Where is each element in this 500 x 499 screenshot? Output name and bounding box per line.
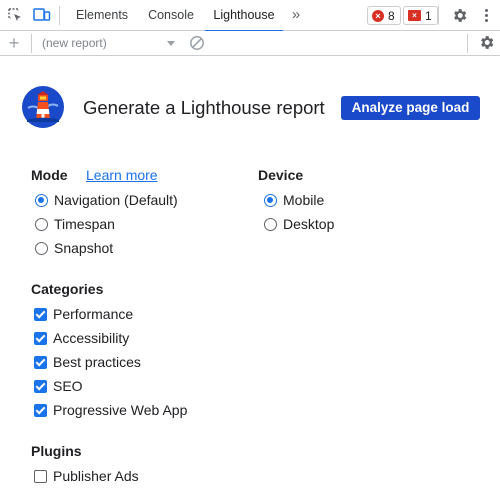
plugin-label: Publisher Ads xyxy=(53,468,139,484)
category-seo[interactable]: SEO xyxy=(34,376,83,396)
toolbar-separator xyxy=(31,34,32,53)
lighthouse-logo xyxy=(22,86,64,128)
issues-badge[interactable]: × 1 xyxy=(403,6,438,25)
mode-option-snapshot[interactable]: Snapshot xyxy=(35,238,113,258)
learn-more-link[interactable]: Learn more xyxy=(86,166,158,184)
clear-icon[interactable] xyxy=(189,35,205,51)
checkbox[interactable] xyxy=(34,469,47,483)
tab-console[interactable]: Console xyxy=(140,0,202,31)
mode-option-timespan[interactable]: Timespan xyxy=(35,214,115,234)
report-select-value: (new report) xyxy=(42,36,107,50)
category-accessibility[interactable]: Accessibility xyxy=(34,328,129,348)
checkbox-checked[interactable] xyxy=(34,379,47,393)
device-toolbar-icon[interactable] xyxy=(32,5,52,25)
toolbar-separator xyxy=(467,34,468,53)
mode-heading: Mode xyxy=(31,167,68,183)
gear-icon[interactable] xyxy=(478,34,496,52)
errors-badge[interactable]: × 8 xyxy=(367,6,401,25)
categories-heading: Categories xyxy=(31,281,104,297)
mode-option-navigation[interactable]: Navigation (Default) xyxy=(35,190,178,210)
radio-button-selected[interactable] xyxy=(264,193,277,207)
report-select[interactable]: (new report) xyxy=(42,34,179,53)
plugin-publisher-ads[interactable]: Publisher Ads xyxy=(34,466,139,486)
checkbox-checked[interactable] xyxy=(34,331,47,345)
plugins-heading: Plugins xyxy=(31,443,82,459)
device-option-label: Desktop xyxy=(283,216,335,232)
page-title: Generate a Lighthouse report xyxy=(83,97,325,118)
checkbox-checked[interactable] xyxy=(34,307,47,321)
chevron-down-icon xyxy=(167,41,175,46)
category-pwa[interactable]: Progressive Web App xyxy=(34,400,187,420)
device-heading: Device xyxy=(258,167,304,183)
mode-option-label: Snapshot xyxy=(54,240,114,256)
mode-option-label: Timespan xyxy=(54,216,115,232)
radio-button[interactable] xyxy=(35,241,48,255)
devtools-tab-bar: Elements Console Lighthouse » × 8 × 1 xyxy=(0,0,500,32)
lighthouse-toolbar: + (new report) xyxy=(0,31,500,56)
errors-count: 8 xyxy=(388,8,395,23)
category-label: Performance xyxy=(53,306,134,322)
gear-icon[interactable] xyxy=(449,5,469,25)
radio-button[interactable] xyxy=(264,217,277,231)
inspect-element-icon[interactable] xyxy=(5,5,25,25)
category-performance[interactable]: Performance xyxy=(34,304,133,324)
kebab-menu-icon[interactable] xyxy=(479,5,493,25)
device-option-desktop[interactable]: Desktop xyxy=(264,214,334,234)
more-tabs-button[interactable]: » xyxy=(287,4,305,26)
category-label: SEO xyxy=(53,378,83,394)
mode-option-label: Navigation (Default) xyxy=(54,192,178,208)
device-option-mobile[interactable]: Mobile xyxy=(264,190,324,210)
checkbox-checked[interactable] xyxy=(34,355,47,369)
category-label: Accessibility xyxy=(53,330,130,346)
checkbox-checked[interactable] xyxy=(34,403,47,417)
category-best-practices[interactable]: Best practices xyxy=(34,352,141,372)
issues-count: 1 xyxy=(425,8,432,23)
category-label: Progressive Web App xyxy=(53,402,188,418)
radio-button-selected[interactable] xyxy=(35,193,48,207)
device-option-label: Mobile xyxy=(283,192,325,208)
tab-separator xyxy=(59,6,60,25)
analyze-page-load-button[interactable]: Analyze page load xyxy=(341,96,480,120)
add-report-button[interactable]: + xyxy=(5,32,23,54)
category-label: Best practices xyxy=(53,354,141,370)
tab-elements[interactable]: Elements xyxy=(67,0,137,31)
issue-icon: × xyxy=(408,10,421,21)
radio-button[interactable] xyxy=(35,217,48,231)
error-icon: × xyxy=(372,9,384,22)
tab-lighthouse[interactable]: Lighthouse xyxy=(205,0,283,32)
tab-separator xyxy=(438,6,439,25)
